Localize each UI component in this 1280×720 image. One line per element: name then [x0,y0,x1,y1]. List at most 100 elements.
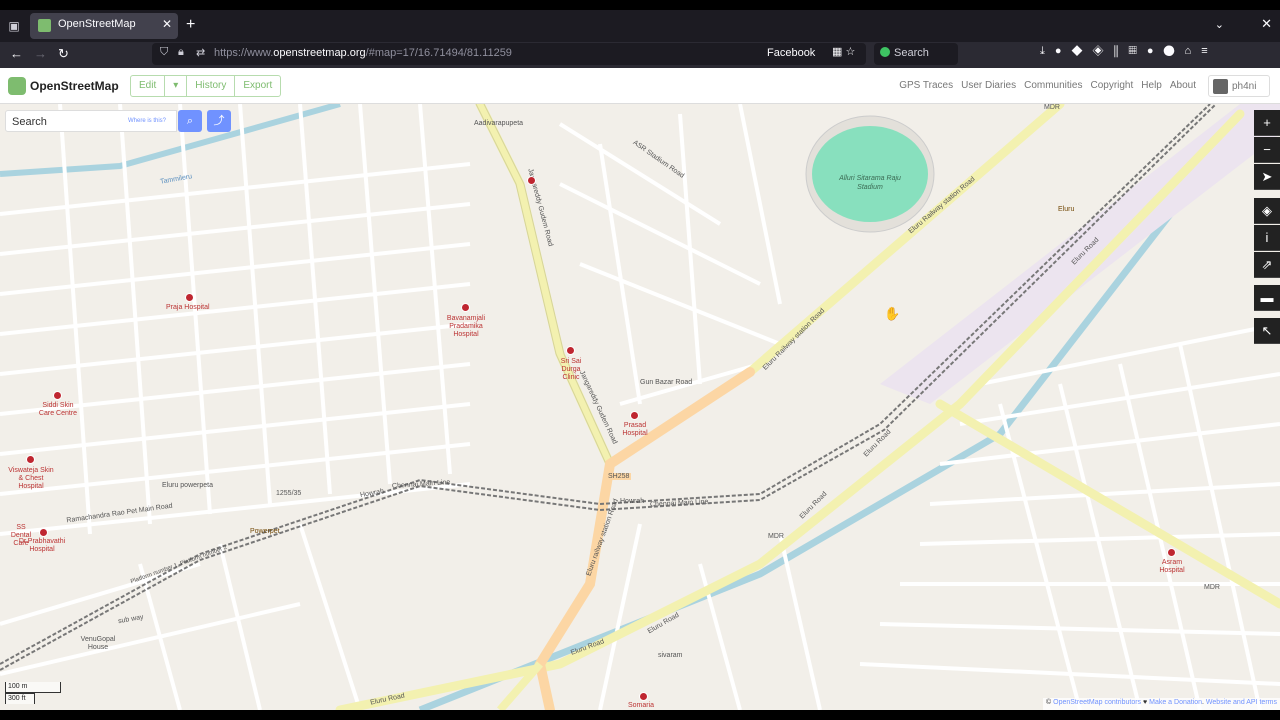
nav-about[interactable]: About [1170,80,1196,91]
road-mdr-2: MDR [768,533,784,540]
directions-button[interactable]: ⤴ [207,110,231,132]
url-bar[interactable]: ⛉ 🔒︎ ⇄ https://www.openstreetmap.org/#ma… [152,43,866,65]
nav-communities[interactable]: Communities [1024,80,1082,91]
terms-link[interactable]: Website and API terms [1206,699,1277,706]
new-tab-icon[interactable]: + [186,16,195,34]
secondary-nav: GPS Traces User Diaries Communities Copy… [899,80,1196,91]
nav-gps-traces[interactable]: GPS Traces [899,80,953,91]
export-button[interactable]: Export [235,76,280,96]
layers-icon[interactable]: ◈ [1254,198,1280,224]
road-sh258-shield: SH258 [606,473,632,480]
osm-favicon-icon [38,19,51,32]
nav-copyright[interactable]: Copyright [1090,80,1133,91]
tab-list-chevron-icon[interactable]: ⌄ [1215,18,1224,31]
browser-tabstrip: ▣ OpenStreetMap ✕ + ⌄ ✕ [0,10,1280,42]
where-is-this-link[interactable]: Where is this? [128,118,166,124]
browser-search-box[interactable]: Search [874,43,958,65]
road-mdr-1: MDR [1044,104,1060,111]
edit-dropdown-button[interactable]: ▾ [165,76,188,96]
note-icon[interactable]: ▬ [1254,285,1280,311]
edit-button[interactable]: Edit [131,76,166,96]
tab-overview-icon[interactable]: ▣ [6,18,22,34]
reload-icon[interactable]: ↻ [58,46,69,62]
info-icon[interactable]: i [1254,225,1280,251]
username: ph4ni [1232,81,1257,92]
permissions-icon[interactable]: ⇄ [196,46,205,59]
nav-help[interactable]: Help [1141,80,1162,91]
share-icon[interactable]: ⇗ [1254,252,1280,278]
zoom-in-button[interactable]: + [1254,110,1280,136]
scale-imperial: 300 ft [5,693,35,704]
browser-navbar: ← → ↻ ⛉ 🔒︎ ⇄ https://www.openstreetmap.o… [0,42,1280,68]
osm-brand[interactable]: OpenStreetMap [30,79,119,93]
hospital-icon[interactable] [566,346,575,355]
poi-somaria[interactable]: Somaria [628,702,654,710]
nav-user-diaries[interactable]: User Diaries [961,80,1016,91]
edit-button-group: Edit ▾ History Export [130,75,282,97]
hospital-icon[interactable] [639,692,648,701]
poi-asram-hospital[interactable]: Asram Hospital [1156,559,1188,575]
hospital-icon[interactable] [630,411,639,420]
map-search-panel: Search Where is this? ⌕ ⤴ [5,110,231,132]
search-placeholder: Search [12,116,47,128]
shield-icon[interactable]: ⛉ [160,46,168,59]
scale-bar: 100 m 300 ft [5,682,61,706]
poi-viswateja-hospital[interactable]: Viswateja Skin & Chest Hospital [6,467,56,491]
poi-sri-sai-durga-clinic[interactable]: Sri Sai Durga Clinic [556,358,586,382]
poi-siddi-skin-care[interactable]: Siddi Skin Care Centre [38,402,78,418]
scale-metric: 100 m [5,682,61,693]
lock-icon[interactable]: 🔒︎ [178,46,184,59]
url-text[interactable]: https://www.openstreetmap.org/#map=17/16… [214,47,512,59]
letterbox-top [0,0,1280,10]
hospital-icon[interactable] [527,176,536,185]
zoom-out-button[interactable]: − [1254,137,1280,163]
stadium-label: Alluri Sitarama Raju Stadium [839,175,901,191]
railway-howrah-2: Howrah [620,498,645,505]
user-menu[interactable]: ph4ni [1208,75,1270,97]
back-arrow-icon[interactable]: ← [10,46,23,61]
place-sivaram: sivaram [658,652,683,659]
forward-arrow-icon[interactable]: → [34,46,47,61]
grab-cursor-icon: ✋ [884,306,901,321]
search-input[interactable]: Search Where is this? [5,110,177,132]
locate-icon[interactable]: ➤ [1254,164,1280,190]
osm-logo-icon[interactable] [8,77,26,95]
search-engine-icon [880,47,890,57]
hospital-icon[interactable] [461,303,470,312]
attribution: © OpenStreetMap contributors ♥ Make a Do… [1043,698,1280,710]
bookmark-star-icon[interactable]: ▦ ☆ [832,45,855,58]
letterbox-bottom [0,710,1280,720]
history-button[interactable]: History [187,76,236,96]
place-venugopal-house: VenuGopal House [80,636,116,651]
poi-prasad-hospital[interactable]: Prasad Hospital [618,422,652,438]
road-mdr-3: MDR [1204,584,1220,591]
poi-bavanamjali-hospital[interactable]: Bavanamjali Pradamika Hospital [444,315,488,339]
attribution-osm-link[interactable]: OpenStreetMap contributors [1053,699,1141,706]
poi-prabhavathi-hospital[interactable]: Dr.Prabhavathi Hospital [14,538,70,554]
road-gun-bazar: Gun Bazar Road [640,379,693,386]
bookmark-facebook[interactable]: Facebook [767,47,815,59]
station-eluru: Eluru [1058,206,1075,213]
browser-tab[interactable]: OpenStreetMap ✕ [30,13,178,39]
hospital-icon[interactable] [26,455,35,464]
extension-icons[interactable]: ⤓●◆◈⫼▦●⬤⌂≡ [1040,45,1218,58]
search-button[interactable]: ⌕ [178,110,202,132]
attribution-heart: ♥ [1141,699,1150,706]
hospital-icon[interactable] [39,528,48,537]
station-powerpet: Powerpet [250,528,280,535]
poi-praja-hospital[interactable]: Praja Hospital [166,304,210,312]
tab-title: OpenStreetMap [58,18,136,30]
window-close-icon[interactable]: ✕ [1261,16,1272,32]
hospital-icon[interactable] [1167,548,1176,557]
directions-icon: ⤴ [213,115,225,127]
screen: ▣ OpenStreetMap ✕ + ⌄ ✕ ← → ↻ ⛉ 🔒︎ ⇄ htt… [0,0,1280,720]
hospital-icon[interactable] [185,293,194,302]
hospital-icon[interactable] [53,391,62,400]
map-canvas[interactable]: Aadivarapupeta ASR Stadium Road Jangared… [0,104,1280,710]
osm-header: OpenStreetMap Edit ▾ History Export GPS … [0,68,1280,104]
place-1255-35: 1255/35 [276,490,302,497]
donation-link[interactable]: Make a Donation [1149,699,1202,706]
avatar [1213,79,1228,94]
tab-close-icon[interactable]: ✕ [162,17,172,31]
query-features-icon[interactable]: ↖ [1254,318,1280,344]
